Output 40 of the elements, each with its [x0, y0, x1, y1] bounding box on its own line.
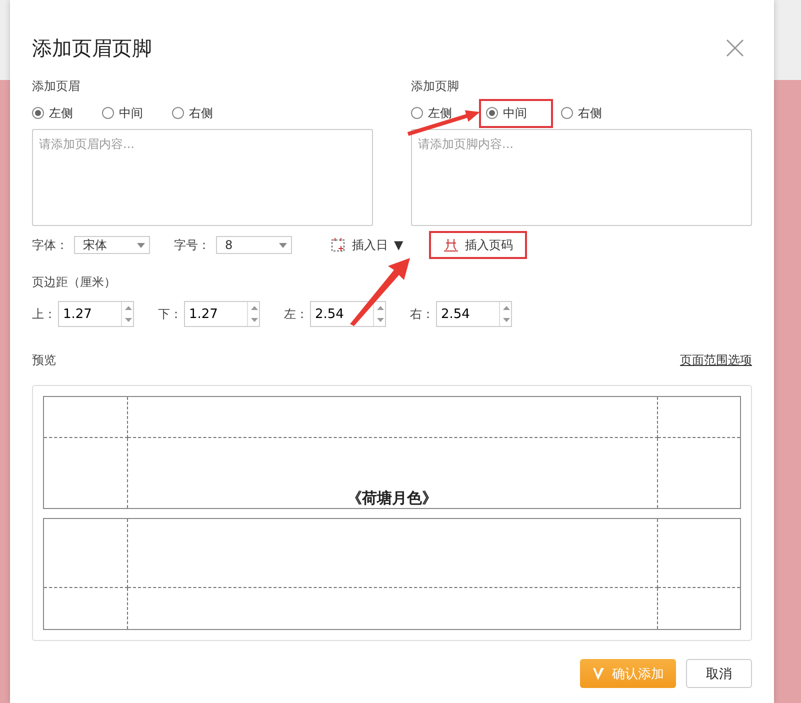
- radio-option[interactable]: 左侧: [411, 104, 481, 122]
- radio-option[interactable]: 左侧: [32, 104, 102, 122]
- spin-up-icon[interactable]: [503, 306, 510, 310]
- header-input[interactable]: 请添加页眉内容...: [32, 129, 373, 226]
- spin-up-icon[interactable]: [377, 306, 384, 310]
- size-label: 字号：: [174, 236, 210, 254]
- spin-down-icon[interactable]: [503, 318, 510, 322]
- radio-option[interactable]: 右侧: [172, 104, 242, 122]
- margin-spinner[interactable]: 1.27: [58, 301, 134, 327]
- margin-spinner[interactable]: 2.54: [436, 301, 512, 327]
- radio-option[interactable]: 右侧: [561, 104, 631, 122]
- margin-label: 左：: [284, 306, 308, 322]
- margin-spinner[interactable]: 1.27: [184, 301, 260, 327]
- section-label: 添加页脚: [411, 78, 460, 95]
- insert-page-number-button[interactable]: 插入页码: [429, 231, 528, 259]
- font-select[interactable]: 宋体: [74, 236, 150, 254]
- margin-label: 右：: [410, 306, 434, 322]
- page-number-icon: [443, 238, 460, 252]
- close-icon[interactable]: [726, 39, 744, 57]
- pointer-arrow: [348, 256, 412, 326]
- spin-up-icon[interactable]: [125, 306, 132, 310]
- font-label: 字体：: [32, 236, 68, 254]
- margin-label: 下：: [158, 306, 182, 322]
- page-title: 《荷塘月色》: [346, 488, 438, 508]
- cancel-button[interactable]: 取消: [686, 659, 752, 688]
- spin-down-icon[interactable]: [125, 318, 132, 322]
- calendar-icon: [330, 237, 346, 253]
- spin-up-icon[interactable]: [251, 306, 258, 310]
- section-label: 添加页眉: [32, 78, 81, 95]
- dialog-title: 添加页眉页脚: [32, 34, 152, 62]
- radio-option[interactable]: 中间: [479, 98, 553, 128]
- spin-down-icon[interactable]: [377, 318, 384, 322]
- page-range-link[interactable]: 页面范围选项: [680, 352, 752, 368]
- preview-label: 预览: [32, 352, 56, 368]
- margin-label: 上：: [32, 306, 56, 322]
- footer-input[interactable]: 请添加页脚内容...: [411, 129, 752, 226]
- margins-label: 页边距（厘米）: [32, 274, 117, 291]
- spin-down-icon[interactable]: [251, 318, 258, 322]
- size-select[interactable]: 8: [216, 236, 292, 254]
- radio-option[interactable]: 中间: [102, 104, 172, 122]
